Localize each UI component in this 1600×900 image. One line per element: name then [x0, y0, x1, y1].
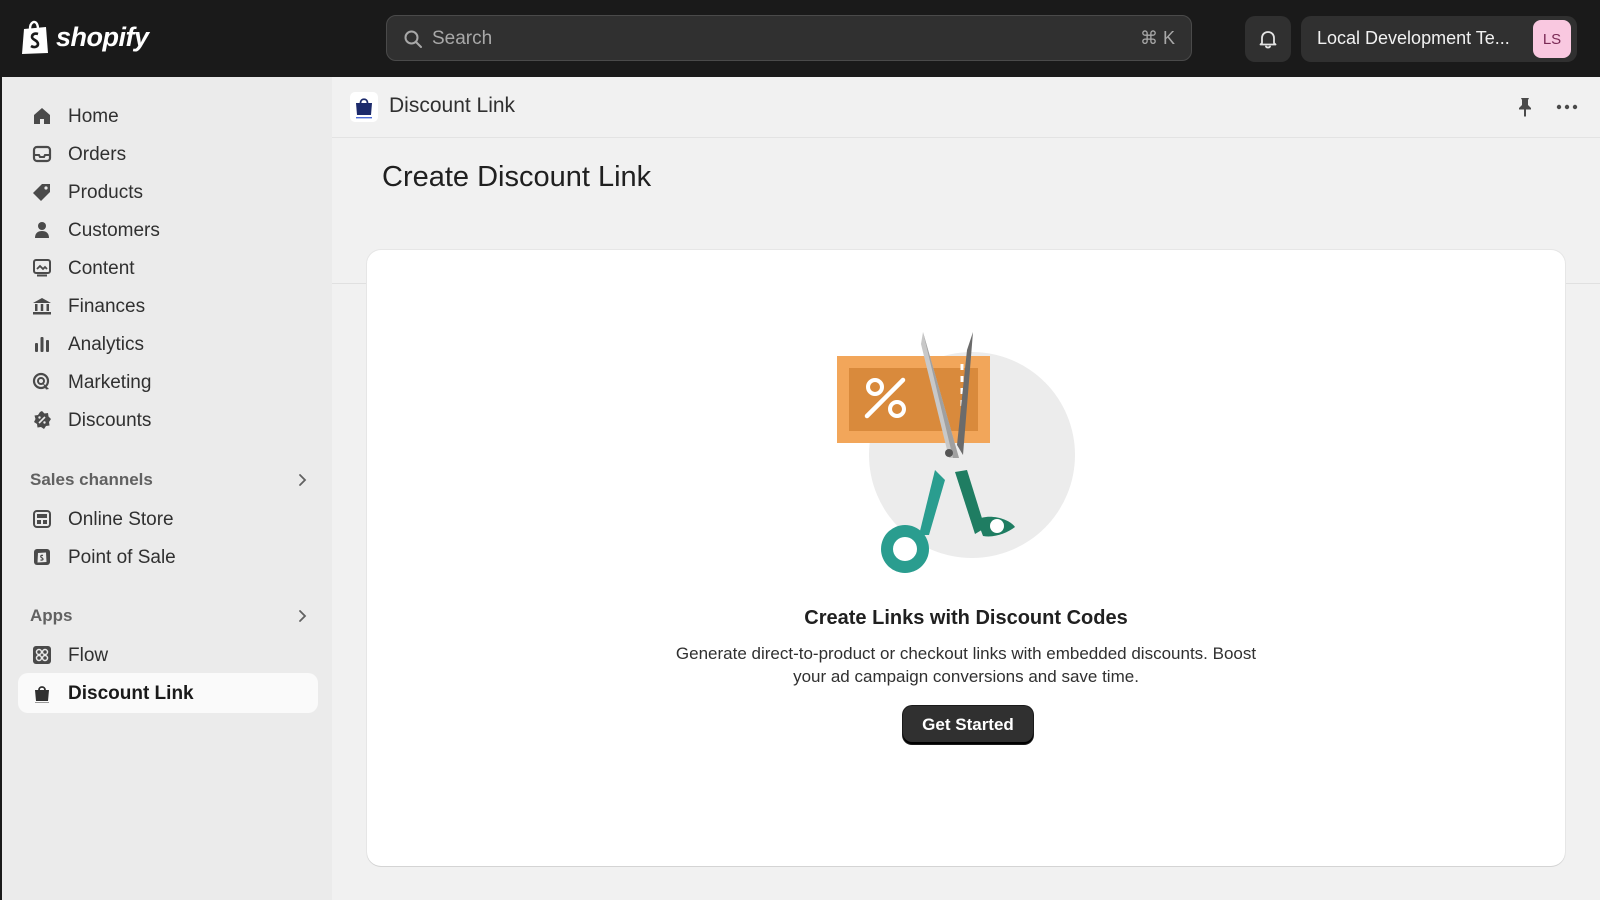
- app-title-bar: Discount Link: [332, 77, 1600, 138]
- sidebar-item-finances[interactable]: Finances: [18, 286, 318, 326]
- avatar: LS: [1533, 20, 1571, 58]
- sidebar-item-label: Content: [68, 258, 135, 279]
- home-icon: [34, 108, 50, 124]
- sidebar-item-point-of-sale[interactable]: Point of Sale: [18, 537, 318, 577]
- sidebar-item-home[interactable]: Home: [18, 96, 318, 136]
- app-title: Discount Link: [389, 94, 516, 117]
- empty-state-description: Generate direct-to-product or checkout l…: [675, 644, 1257, 686]
- sidebar-item-label: Finances: [68, 296, 146, 317]
- target-icon: [32, 372, 50, 390]
- sidebar-item-discount-link[interactable]: Discount Link: [18, 673, 318, 713]
- brand-wordmark: shopify: [56, 21, 149, 52]
- bell-icon: [1259, 31, 1277, 49]
- sidebar-item-content[interactable]: Content: [18, 248, 318, 288]
- sales-channels-heading[interactable]: Sales channels: [30, 470, 310, 494]
- sidebar-item-label: Products: [68, 182, 143, 203]
- discount-badge-icon: [34, 411, 51, 429]
- bar-chart-icon: [35, 337, 49, 352]
- storefront-icon: [33, 510, 51, 528]
- shopping-bag-icon: [356, 98, 372, 119]
- search-icon: [404, 30, 422, 48]
- sidebar-item-label: Discount Link: [68, 683, 194, 704]
- sidebar-item-label: Analytics: [68, 334, 145, 355]
- top-bar: shopify Search ⌘ K Local Development Te.…: [0, 0, 1600, 77]
- sidebar-item-orders[interactable]: Orders: [18, 134, 318, 174]
- sidebar-item-customers[interactable]: Customers: [18, 210, 318, 250]
- sidebar: Home Orders Products Customers Content F…: [0, 77, 332, 900]
- orders-icon: [32, 145, 52, 163]
- notifications-button[interactable]: [1245, 16, 1291, 62]
- person-icon: [35, 222, 49, 238]
- sidebar-item-label: Discounts: [68, 410, 152, 431]
- sidebar-item-label: Online Store: [68, 509, 174, 530]
- pos-icon: [34, 549, 50, 565]
- app-logo: [350, 92, 378, 122]
- section-heading-label: Sales channels: [30, 470, 153, 489]
- chevron-right-icon: [299, 474, 307, 486]
- flow-icon: [33, 646, 51, 664]
- empty-state-card: Create Links with Discount Codes Generat…: [367, 250, 1565, 866]
- section-heading-label: Apps: [30, 606, 73, 625]
- sidebar-item-discounts[interactable]: Discounts: [18, 400, 318, 440]
- get-started-button[interactable]: Get Started: [903, 706, 1033, 744]
- sidebar-item-label: Marketing: [68, 372, 152, 393]
- sidebar-item-online-store[interactable]: Online Store: [18, 499, 318, 539]
- tag-icon: [33, 184, 50, 201]
- chevron-right-icon: [299, 610, 307, 622]
- sidebar-item-products[interactable]: Products: [18, 172, 318, 212]
- apps-heading[interactable]: Apps: [30, 606, 310, 630]
- sidebar-item-label: Home: [68, 106, 119, 127]
- sidebar-item-label: Customers: [68, 220, 160, 241]
- shopify-logo[interactable]: shopify: [20, 19, 149, 55]
- pin-icon[interactable]: [1514, 96, 1536, 118]
- sidebar-item-analytics[interactable]: Analytics: [18, 324, 318, 364]
- sidebar-item-marketing[interactable]: Marketing: [18, 362, 318, 402]
- sidebar-item-label: Point of Sale: [68, 547, 176, 568]
- sidebar-item-flow[interactable]: Flow: [18, 635, 318, 675]
- coupon-scissors-illustration: [837, 332, 1075, 573]
- sidebar-item-label: Flow: [68, 645, 109, 666]
- store-switcher[interactable]: Local Development Te... LS: [1301, 16, 1577, 62]
- empty-state-heading: Create Links with Discount Codes: [804, 607, 1128, 629]
- search-shortcut-hint: ⌘ K: [1139, 28, 1175, 48]
- page-title: Create Discount Link: [382, 161, 652, 193]
- content-icon: [33, 259, 51, 277]
- search-bar[interactable]: Search ⌘ K: [386, 15, 1192, 61]
- bank-icon: [33, 298, 51, 315]
- shopify-bag-icon: [22, 20, 48, 54]
- store-name: Local Development Te...: [1317, 28, 1510, 48]
- more-actions-icon[interactable]: [1554, 96, 1580, 118]
- main-content: Discount Link Create Discount Link Creat…: [332, 77, 1600, 900]
- search-placeholder: Search: [432, 28, 493, 49]
- sidebar-item-label: Orders: [68, 144, 127, 165]
- shopping-bag-icon: [35, 686, 49, 703]
